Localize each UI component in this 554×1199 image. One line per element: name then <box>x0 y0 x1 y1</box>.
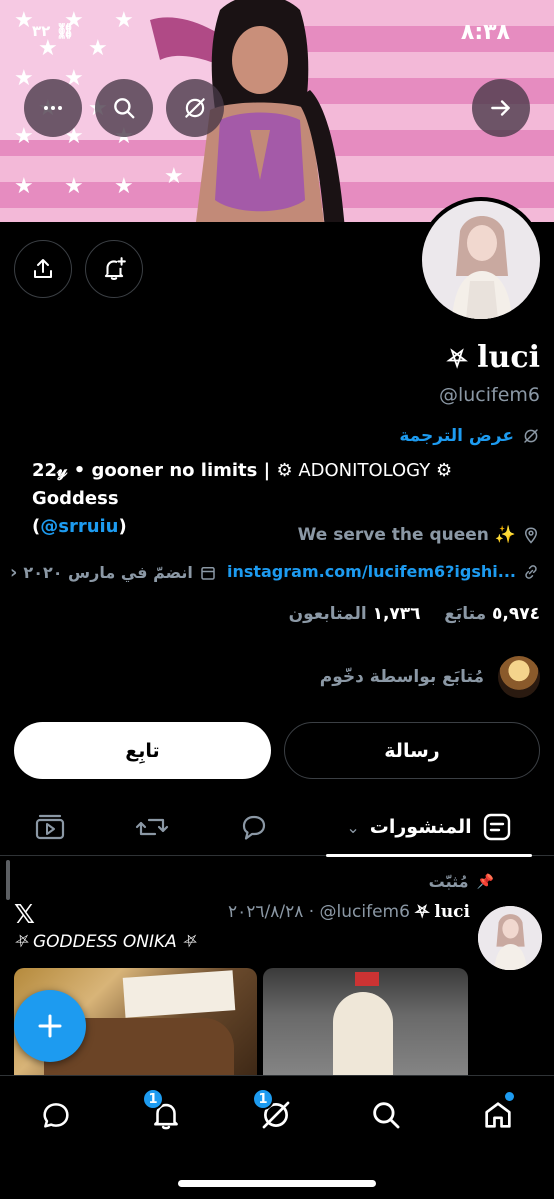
tab-media[interactable] <box>20 798 80 856</box>
share-button[interactable] <box>14 240 72 298</box>
profile-meta-row: instagram.com/lucifem6?igshi... انضمّ في… <box>10 562 540 588</box>
search-button[interactable] <box>95 79 153 137</box>
share-icon <box>34 259 52 278</box>
tab-posts-label: المنشورات <box>369 816 472 838</box>
profile-joined: انضمّ في مارس ٢٠٢٠ ‹ <box>10 562 217 583</box>
profile-location: We serve the queen ✨ <box>298 525 540 545</box>
home-unread-dot <box>505 1092 514 1101</box>
profile-tabs: المنشورات ⌄ <box>0 798 554 857</box>
plus-icon <box>38 1014 62 1038</box>
status-indicator: ٣٢ ⛓ <box>32 22 75 40</box>
tweet-avatar[interactable] <box>478 906 542 970</box>
calendar-icon <box>201 566 215 580</box>
tweet-header[interactable]: luci ⛧ @lucifem6 · ٢٠٢٦/٨/٢٨ <box>228 902 470 922</box>
location-pin-icon <box>524 527 538 544</box>
arrow-right-icon <box>491 100 510 116</box>
profile-handle: @lucifem6 <box>438 384 540 406</box>
link-icon <box>525 564 537 579</box>
scrollbar[interactable] <box>6 860 10 900</box>
profile-avatar[interactable] <box>418 197 544 323</box>
bio-text-2: ADONITOLOGY <box>298 460 431 481</box>
nav-search[interactable] <box>356 1090 416 1140</box>
home-indicator[interactable] <box>178 1180 376 1187</box>
chevron-left-icon: ‹ <box>10 562 18 583</box>
repost-icon <box>135 818 169 836</box>
grok-badge: 1 <box>252 1088 274 1110</box>
name-symbol: ⛧ <box>447 344 467 373</box>
followers-stat[interactable]: ١,٧٣٦ المتابعون <box>289 604 421 624</box>
nav-messages[interactable] <box>26 1090 86 1140</box>
search-icon <box>114 98 135 119</box>
translate-label: عرض الترجمة <box>399 426 514 446</box>
notifications-badge: 1 <box>142 1088 164 1110</box>
profile-name: luci ⛧ <box>447 340 540 375</box>
bio-text: 22𝓎 • gooner no limits | <box>32 460 277 481</box>
home-icon <box>485 1102 511 1128</box>
notify-button[interactable] <box>85 240 143 298</box>
avatar-image <box>422 201 540 319</box>
following-stat[interactable]: ٥,٩٧٤ متابَع <box>444 604 540 624</box>
nav-home[interactable] <box>468 1090 528 1140</box>
bio-mention-link[interactable]: @srruiu <box>40 516 118 537</box>
translate-link[interactable]: عرض الترجمة <box>399 426 540 446</box>
follow-button[interactable]: تابِع <box>14 722 271 779</box>
back-button[interactable] <box>472 79 530 137</box>
video-icon <box>35 814 65 840</box>
followed-by[interactable]: مُتابَع بواسطة دخّوم <box>320 655 540 699</box>
pinned-label: 📌 مُثبّت <box>428 872 494 891</box>
message-button[interactable]: رسالة <box>284 722 540 779</box>
reply-icon <box>242 815 266 840</box>
pin-icon: 📌 <box>476 873 494 890</box>
grok-icon <box>185 98 205 118</box>
tweet-media-2[interactable] <box>263 968 468 1088</box>
profile-stats: ٥,٩٧٤ متابَع ١,٧٣٦ المتابعون <box>289 604 540 624</box>
more-icon <box>44 106 62 110</box>
gear-icon: ⚙ <box>435 460 453 481</box>
grok-button[interactable] <box>166 79 224 137</box>
tweet-text: ⛧ GODDESS ONIKA ⛧ <box>14 932 196 952</box>
message-icon <box>43 1103 69 1128</box>
posts-icon <box>483 813 510 841</box>
chevron-down-icon: ⌄ <box>346 817 360 837</box>
bio-text-3: Goddess <box>32 488 119 509</box>
search-icon <box>373 1102 400 1129</box>
follower-avatar <box>498 656 540 698</box>
nav-grok[interactable]: 1 <box>246 1088 306 1140</box>
tab-posts[interactable]: المنشورات ⌄ <box>326 798 532 857</box>
nav-notifications[interactable]: 1 <box>136 1088 196 1140</box>
gear-icon: ⚙ <box>276 460 293 481</box>
compose-button[interactable] <box>14 990 86 1062</box>
active-tab-indicator <box>326 854 532 857</box>
status-time: ٨:٣٨ <box>460 20 510 45</box>
bell-plus-icon <box>104 257 126 281</box>
more-button[interactable] <box>24 79 82 137</box>
x-logo-icon: 𝕏 <box>14 900 35 930</box>
tab-reposts[interactable] <box>122 798 182 856</box>
avatar-image <box>478 906 542 970</box>
tab-replies[interactable] <box>224 798 284 856</box>
profile-url[interactable]: instagram.com/lucifem6?igshi... <box>227 562 540 581</box>
profile-banner[interactable]: ★ ★ ★ ★ ★ ★ ★ ★ ★ ★ ★ ★ ★ ★ ★ ★ ٣٢ ⛓ ٨:٣… <box>0 0 554 222</box>
grok-icon <box>524 429 538 443</box>
